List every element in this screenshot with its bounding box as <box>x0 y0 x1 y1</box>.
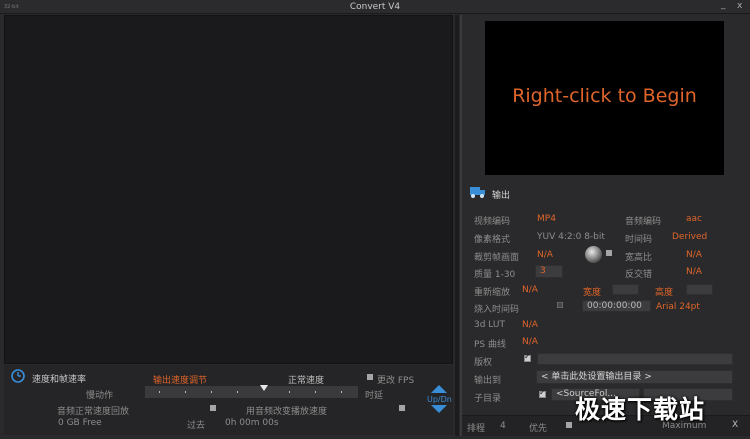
output-heading: 输出 <box>492 191 511 201</box>
elapsed-value: 0h 00m 00s <box>225 418 279 428</box>
copyright-checkbox[interactable] <box>524 352 531 362</box>
width-input[interactable] <box>612 284 639 295</box>
panel-splitter[interactable] <box>455 15 459 436</box>
stopwatch-icon <box>11 369 25 383</box>
speed-panel: 速度和帧速率 输出速度调节 正常速度 更改 FPS 慢动作 时延 音频正常速度回… <box>4 365 453 435</box>
lut-label: 3d LUT <box>474 320 505 330</box>
audio-change-speed-label: 用音频改变播放速度 <box>246 407 328 417</box>
copyright-input[interactable] <box>537 353 733 365</box>
quality-label: 质量 1-30 <box>474 270 516 280</box>
down-arrow-icon[interactable] <box>431 405 447 413</box>
slider-tick <box>185 391 186 393</box>
job-queue-area[interactable] <box>4 15 453 364</box>
slider-tick <box>315 391 316 393</box>
deinterlace-value[interactable]: N/A <box>686 267 702 277</box>
audio-codec-label: 音频编码 <box>625 217 662 227</box>
queue-count: 4 <box>500 421 506 431</box>
output-to-label: 输出到 <box>474 376 502 386</box>
normal-speed-label: 正常速度 <box>288 376 325 386</box>
slider-tick <box>211 391 212 393</box>
crop-value[interactable]: N/A <box>537 250 553 260</box>
speed-adjust-label: 输出速度调节 <box>153 376 208 386</box>
deinterlace-label: 反交错 <box>625 270 653 280</box>
lut-value[interactable]: N/A <box>522 320 538 330</box>
copyright-label: 版权 <box>474 358 493 368</box>
crop-dial[interactable] <box>585 246 602 263</box>
quality-input[interactable]: 3 <box>535 265 563 278</box>
priority-label: 优先 <box>529 424 548 434</box>
subdir-checkbox[interactable] <box>539 388 546 398</box>
audio-change-checkbox[interactable] <box>399 405 405 411</box>
fps-checkbox[interactable] <box>367 374 373 380</box>
speed-heading: 速度和帧速率 <box>32 375 87 385</box>
preview-window[interactable]: Right-click to Begin <box>485 21 724 175</box>
elapsed-label: 过去 <box>187 421 206 431</box>
height-input[interactable] <box>686 284 713 295</box>
close-button[interactable]: x <box>737 1 742 11</box>
subdir-label: 子目录 <box>474 394 502 404</box>
rescale-label: 重新缩放 <box>474 288 511 298</box>
slider-tick <box>237 391 238 393</box>
watermark-text: 极速下载站 <box>575 395 706 424</box>
output-directory-field[interactable]: < 单击此处设置输出目录 > <box>536 370 733 384</box>
slider-tick <box>341 391 342 393</box>
crop-checkbox[interactable] <box>606 250 612 256</box>
slow-motion-label: 慢动作 <box>86 391 114 401</box>
up-arrow-icon[interactable] <box>431 385 447 393</box>
window-title: Convert V4 <box>349 2 401 12</box>
queue-label: 排程 <box>467 424 486 434</box>
ps-curve-label: PS 曲线 <box>474 340 507 350</box>
truck-icon <box>470 187 485 198</box>
aspect-value[interactable]: N/A <box>686 250 702 260</box>
height-label: 高度 <box>655 288 674 298</box>
burn-timecode-label: 烧入时间码 <box>474 305 520 315</box>
audio-normal-speed-label: 音频正常速度回放 <box>57 407 130 417</box>
aspect-label: 宽高比 <box>625 253 653 263</box>
pixel-format-label: 像素格式 <box>474 235 511 245</box>
slider-tick <box>159 391 160 393</box>
burn-timecode-input[interactable]: 00:00:00:00 <box>582 300 651 312</box>
change-fps-label: 更改 FPS <box>377 376 415 386</box>
timecode-value[interactable]: Derived <box>672 232 707 242</box>
priority-checkbox[interactable] <box>566 422 572 428</box>
rescale-value[interactable]: N/A <box>522 285 538 295</box>
slider-thumb[interactable] <box>260 385 268 391</box>
status-close-button[interactable]: X <box>732 420 738 430</box>
timecode-label: 时间码 <box>625 235 653 245</box>
preview-hint: Right-click to Begin <box>512 85 697 107</box>
burn-timecode-font[interactable]: Arial 24pt <box>656 302 700 312</box>
crop-label: 裁剪帧画面 <box>474 253 520 263</box>
width-label: 宽度 <box>583 288 602 298</box>
minimize-button[interactable]: _ <box>721 0 726 10</box>
burn-timecode-checkbox[interactable] <box>557 302 563 308</box>
audio-normal-checkbox[interactable] <box>210 405 216 411</box>
speed-slider[interactable] <box>145 385 358 398</box>
pixel-format-value[interactable]: YUV 4:2:0 8-bit <box>537 232 605 242</box>
audio-codec-value[interactable]: aac <box>686 214 702 224</box>
delay-label: 时延 <box>365 391 384 401</box>
free-space-text: 0 GB Free <box>58 418 102 428</box>
slider-tick <box>289 391 290 393</box>
title-bar: 32-bit Convert V4 _ x <box>0 0 750 14</box>
ps-curve-value[interactable]: N/A <box>522 337 538 347</box>
video-codec-value[interactable]: MP4 <box>537 214 556 224</box>
video-codec-label: 视频编码 <box>474 217 511 227</box>
updn-label: Up/Dn <box>427 395 452 404</box>
